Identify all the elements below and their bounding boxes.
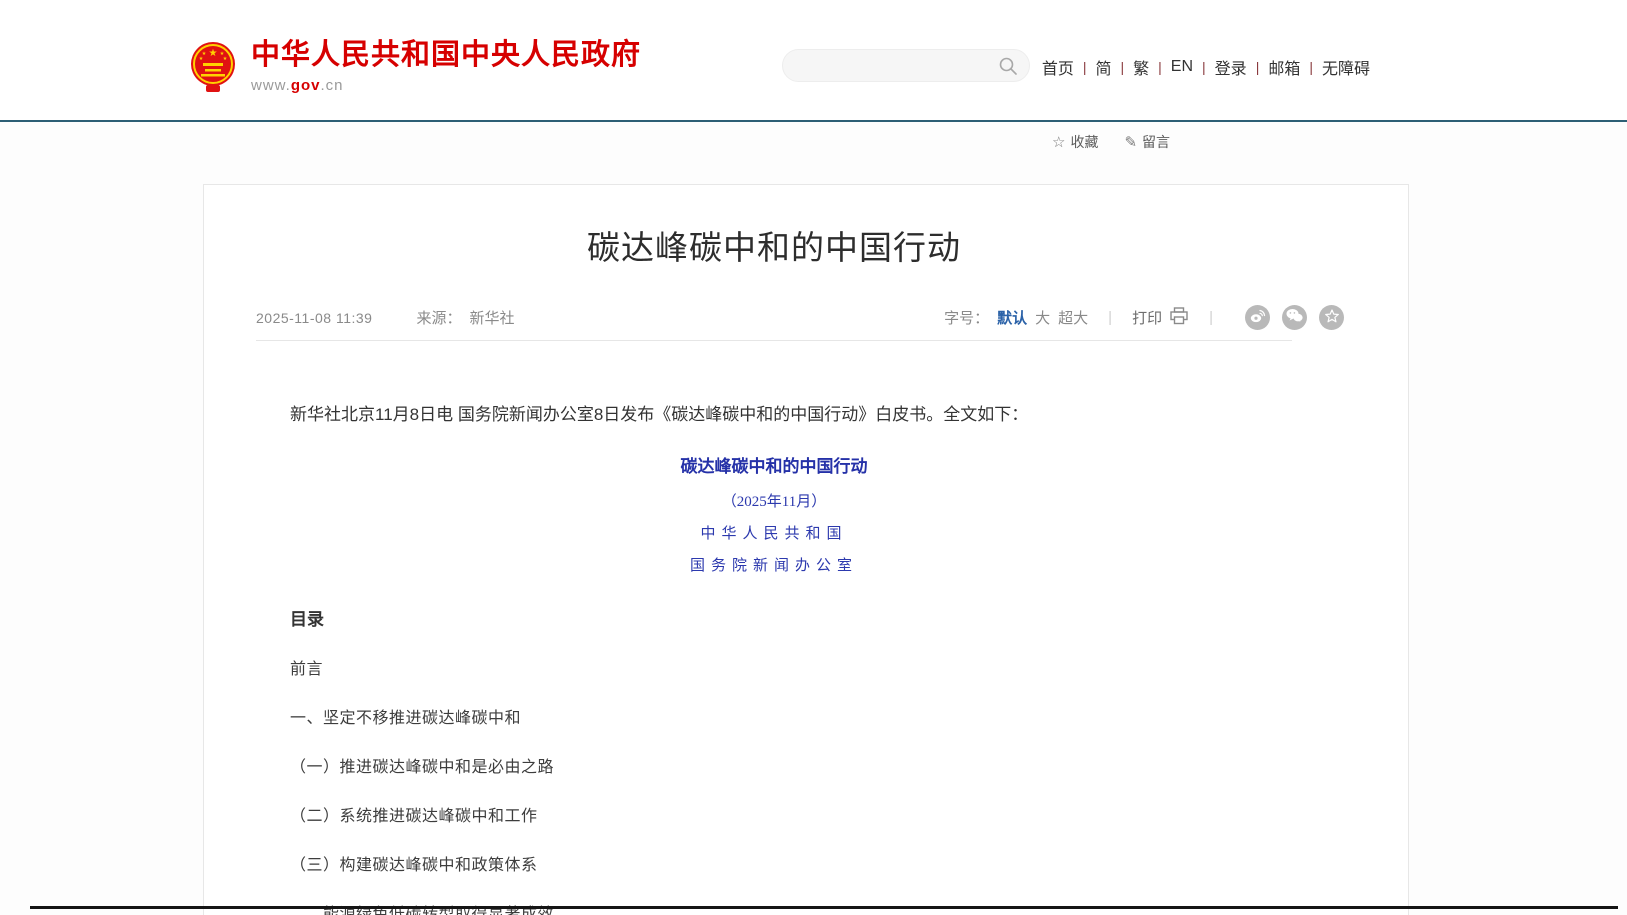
toc-title: 目录 bbox=[256, 605, 1292, 630]
source-value[interactable]: 新华社 bbox=[469, 307, 514, 328]
svg-text:★: ★ bbox=[223, 56, 228, 62]
publish-date: 2025-11-08 11:39 bbox=[256, 310, 372, 326]
separator: | bbox=[1108, 309, 1112, 326]
star-share-icon bbox=[1324, 308, 1340, 328]
site-url[interactable]: www.gov.cn bbox=[251, 77, 641, 94]
toc-item: （二）系统推进碳达峰碳中和工作 bbox=[256, 802, 1292, 826]
nav-separator: | bbox=[1121, 59, 1125, 75]
nav-simplified[interactable]: 简 bbox=[1095, 55, 1111, 79]
nav-separator: | bbox=[1309, 59, 1313, 75]
national-emblem-icon: ★ ★ ★ ★ ★ bbox=[189, 39, 237, 100]
article-card: 碳达峰碳中和的中国行动 2025-11-08 11:39 来源： 新华社 字号：… bbox=[203, 184, 1409, 915]
doc-title: 碳达峰碳中和的中国行动 bbox=[256, 452, 1292, 477]
brand: ★ ★ ★ ★ ★ 中华人民共和国中央人民政府 www.gov.cn bbox=[189, 39, 641, 100]
url-gov: gov bbox=[291, 77, 321, 94]
favorite-link[interactable]: ☆ 收藏 bbox=[1052, 132, 1098, 152]
doc-org-line2: 国务院新闻办公室 bbox=[256, 554, 1292, 575]
share-weibo-button[interactable] bbox=[1245, 305, 1270, 330]
nav-mail[interactable]: 邮箱 bbox=[1268, 55, 1300, 79]
toc-item: （三）构建碳达峰碳中和政策体系 bbox=[256, 851, 1292, 875]
nav-traditional[interactable]: 繁 bbox=[1133, 55, 1149, 79]
url-cn: .cn bbox=[321, 77, 344, 94]
search-box bbox=[782, 49, 1030, 82]
nav-english[interactable]: EN bbox=[1171, 58, 1193, 76]
printer-icon bbox=[1169, 307, 1189, 329]
separator: | bbox=[1209, 309, 1213, 326]
site-title: 中华人民共和国中央人民政府 bbox=[251, 39, 641, 72]
message-link[interactable]: ✎ 留言 bbox=[1124, 132, 1170, 152]
page: ★ ★ ★ ★ ★ 中华人民共和国中央人民政府 www.gov.cn bbox=[0, 0, 1627, 915]
quick-links: ☆ 收藏 ✎ 留言 bbox=[1052, 132, 1170, 152]
toc-item: （一）推进碳达峰碳中和是必由之路 bbox=[256, 753, 1292, 777]
font-size-xlarge[interactable]: 超大 bbox=[1058, 307, 1088, 328]
meta-row: 2025-11-08 11:39 来源： 新华社 字号： 默认 大 超大 | 打… bbox=[256, 305, 1292, 341]
toc-item: 前言 bbox=[256, 655, 1292, 679]
nav-separator: | bbox=[1158, 59, 1162, 75]
share-more-button[interactable] bbox=[1319, 305, 1344, 330]
message-label: 留言 bbox=[1142, 132, 1170, 152]
star-icon: ☆ bbox=[1052, 133, 1065, 151]
doc-org-line1: 中华人民共和国 bbox=[256, 522, 1292, 543]
print-button[interactable]: 打印 bbox=[1132, 307, 1189, 329]
meta-right: 字号： 默认 大 超大 | 打印 | bbox=[944, 305, 1344, 330]
nav-accessibility[interactable]: 无障碍 bbox=[1322, 55, 1370, 79]
source-label: 来源： bbox=[416, 307, 461, 328]
brand-text: 中华人民共和国中央人民政府 www.gov.cn bbox=[251, 39, 641, 94]
svg-text:★: ★ bbox=[209, 48, 218, 59]
doc-date: （2025年11月） bbox=[256, 490, 1292, 511]
meta-left: 2025-11-08 11:39 来源： 新华社 bbox=[256, 307, 515, 328]
nav-home[interactable]: 首页 bbox=[1042, 55, 1074, 79]
weibo-icon bbox=[1249, 308, 1266, 328]
search-input[interactable] bbox=[797, 50, 997, 81]
top-nav: 首页 | 简 | 繁 | EN | 登录 | 邮箱 | 无障碍 bbox=[1042, 55, 1370, 79]
header-divider bbox=[0, 120, 1627, 122]
lead-paragraph: 新华社北京11月8日电 国务院新闻办公室8日发布《碳达峰碳中和的中国行动》白皮书… bbox=[256, 401, 1292, 428]
search-icon[interactable] bbox=[998, 56, 1018, 81]
font-size-default[interactable]: 默认 bbox=[997, 307, 1027, 328]
toc-item: 一、坚定不移推进碳达峰碳中和 bbox=[256, 704, 1292, 728]
article-title: 碳达峰碳中和的中国行动 bbox=[256, 221, 1292, 269]
site-header: ★ ★ ★ ★ ★ 中华人民共和国中央人民政府 www.gov.cn bbox=[0, 0, 1627, 120]
wechat-icon bbox=[1286, 308, 1303, 327]
nav-separator: | bbox=[1256, 59, 1260, 75]
pencil-icon: ✎ bbox=[1124, 133, 1137, 151]
svg-text:★: ★ bbox=[199, 56, 204, 62]
print-label: 打印 bbox=[1132, 307, 1162, 328]
nav-login[interactable]: 登录 bbox=[1215, 55, 1247, 79]
font-size-label: 字号： bbox=[944, 307, 989, 328]
favorite-label: 收藏 bbox=[1070, 132, 1098, 152]
share-wechat-button[interactable] bbox=[1282, 305, 1307, 330]
url-www: www. bbox=[251, 77, 291, 94]
bottom-border bbox=[30, 906, 1618, 909]
nav-separator: | bbox=[1083, 59, 1087, 75]
font-size-large[interactable]: 大 bbox=[1035, 307, 1050, 328]
nav-separator: | bbox=[1202, 59, 1206, 75]
